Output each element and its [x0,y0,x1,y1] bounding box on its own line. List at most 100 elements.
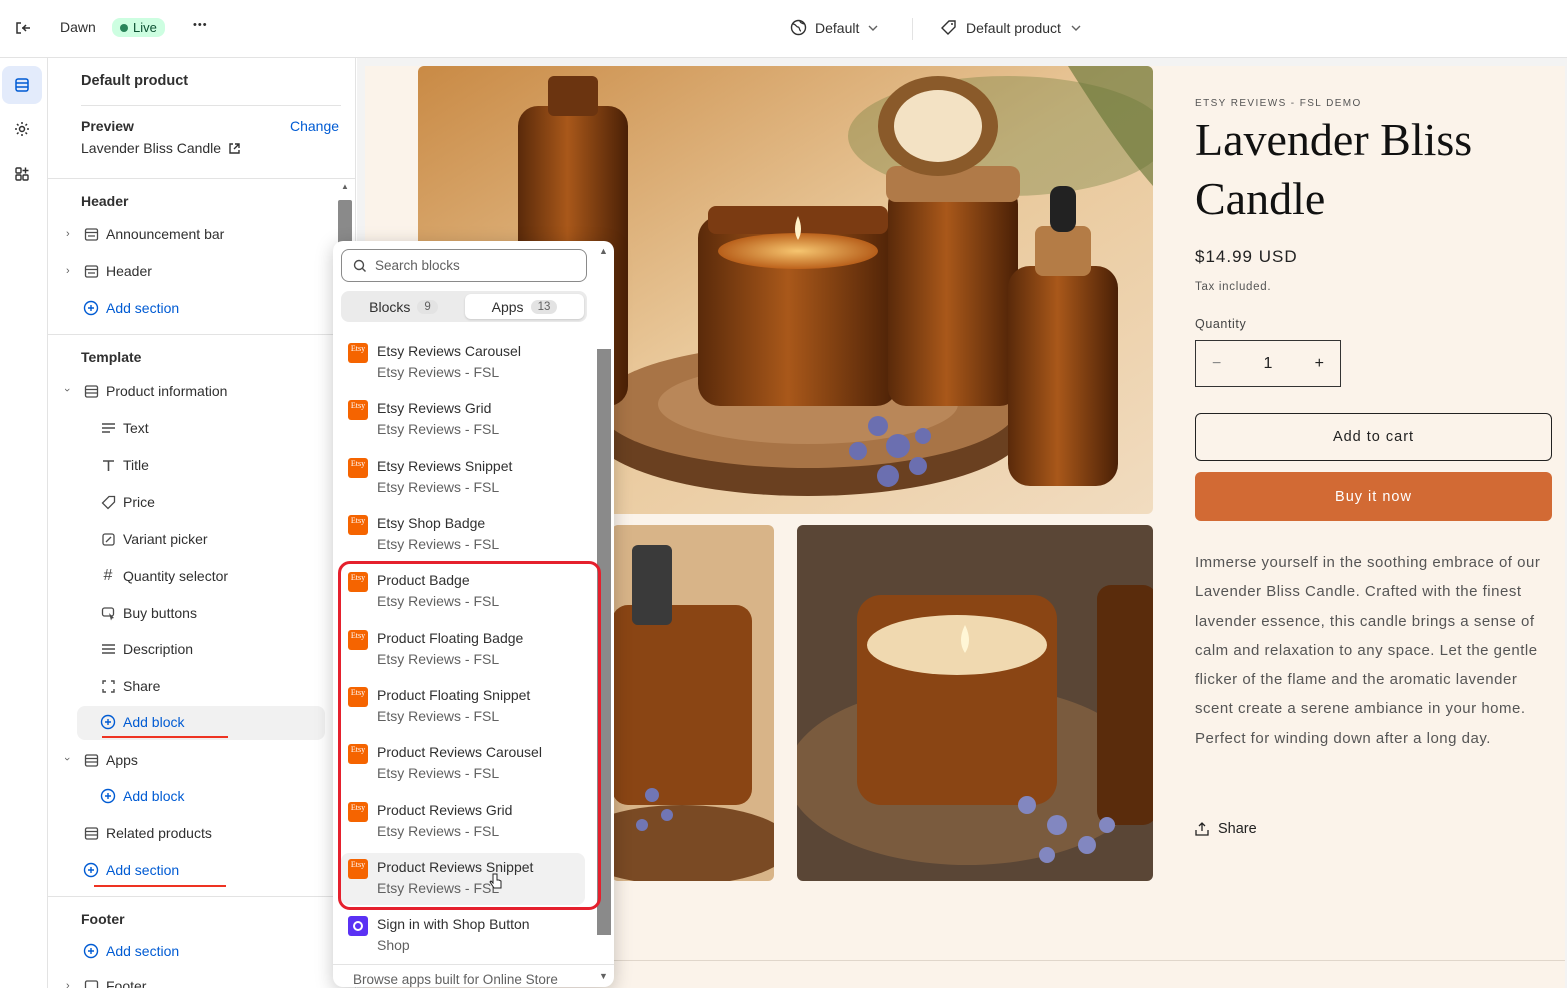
block-label: Price [123,494,155,510]
section-icon [83,752,99,768]
editor-rail [0,58,48,988]
change-preview-link[interactable]: Change [290,118,339,134]
block-description[interactable]: Description [100,641,193,657]
app-block-item[interactable]: Etsy Etsy Reviews Carousel Etsy Reviews … [341,340,585,392]
share-button[interactable]: Share [1195,821,1257,837]
buy-now-button[interactable]: Buy it now [1195,472,1552,521]
scroll-down-arrow-icon[interactable]: ▼ [599,971,608,981]
sidebar-item-footer[interactable]: Footer [83,978,146,988]
block-label: Text [123,420,149,436]
preview-product[interactable]: Lavender Bliss Candle [81,140,241,156]
sidebar-item-label: Announcement bar [106,226,225,242]
tab-blocks[interactable]: Blocks 9 [344,294,463,319]
sidebar-item-announcement-bar[interactable]: Announcement bar [83,226,224,242]
live-label: Live [133,20,157,35]
sections-sidebar: Default product Preview Change Lavender … [48,58,356,988]
app-block-name: Etsy Reviews Carousel [377,343,521,359]
text-lines-icon [100,420,116,436]
product-image-thumb-2[interactable] [797,525,1153,881]
share-frame-icon [100,678,116,694]
section-icon [83,825,99,841]
sidebar-item-apps[interactable]: Apps [83,752,138,768]
share-icon [1195,822,1209,836]
app-block-name: Etsy Shop Badge [377,515,486,531]
market-label: Default [815,19,860,36]
live-badge: Live [112,18,165,37]
globe-icon [790,19,807,36]
add-section-template-button[interactable]: Add section [83,862,179,878]
sidebar-item-related-products[interactable]: Related products [83,825,212,841]
block-variant-picker[interactable]: Variant picker [100,531,208,547]
app-block-item[interactable]: Etsy Etsy Reviews Grid Etsy Reviews - FS… [341,397,585,449]
chevron-right-icon[interactable]: › [66,980,70,988]
section-icon [83,978,99,988]
section-icon [83,226,99,242]
search-icon [353,259,366,272]
etsy-app-icon: Etsy [348,400,368,420]
count-badge: 13 [530,299,558,314]
sections-tab[interactable] [2,66,42,104]
chevron-right-icon[interactable]: › [66,265,70,277]
add-to-cart-button[interactable]: Add to cart [1195,413,1552,461]
count-badge: 9 [417,299,438,314]
quantity-value[interactable]: 1 [1264,355,1273,373]
app-block-item[interactable]: Sign in with Shop Button Shop [341,913,585,965]
block-price[interactable]: Price [100,494,155,510]
plus-circle-icon [100,788,116,804]
quantity-decrease-button[interactable]: − [1212,355,1221,373]
exit-icon[interactable] [14,19,32,37]
more-actions-button[interactable]: ••• [193,19,208,31]
app-block-source: Etsy Reviews - FSL [377,421,500,437]
block-label: Quantity selector [123,568,229,584]
block-share[interactable]: Share [100,678,160,694]
sidebar-item-label: Apps [106,752,138,768]
plus-circle-icon [83,862,99,878]
etsy-app-icon: Etsy [348,515,368,535]
block-title[interactable]: Title [100,457,149,473]
template-selector[interactable]: Default product [940,19,1082,36]
section-icon [83,263,99,279]
app-block-source: Etsy Reviews - FSL [377,536,500,552]
divider [48,334,355,335]
chevron-down-icon[interactable]: › [61,757,73,761]
template-group-label: Template [81,349,142,365]
theme-settings-tab[interactable] [2,110,42,148]
add-section-footer-button[interactable]: Add section [83,943,179,959]
block-buy-buttons[interactable]: Buy buttons [100,605,197,621]
divider [333,964,614,965]
block-type-tabs: Blocks 9 Apps 13 [341,291,587,322]
product-price: $14.99 USD [1195,247,1298,266]
gear-icon [15,122,29,136]
chevron-down-icon [868,25,878,31]
preview-label: Preview [81,118,134,134]
search-blocks-input[interactable]: Search blocks [341,249,587,282]
scroll-up-arrow-icon[interactable]: ▲ [599,246,608,256]
sidebar-item-product-information[interactable]: Product information [83,383,227,399]
block-text[interactable]: Text [100,420,149,436]
app-block-source: Etsy Reviews - FSL [377,479,500,495]
chevron-down-icon[interactable]: › [61,388,73,392]
divider [48,896,355,897]
app-block-item[interactable]: Etsy Etsy Shop Badge Etsy Reviews - FSL [341,512,585,564]
tab-label: Blocks [369,298,411,315]
scroll-up-arrow-icon[interactable]: ▲ [341,182,349,191]
app-embeds-tab[interactable] [2,155,42,193]
browse-apps-link[interactable]: Browse apps built for Online Store [353,972,558,987]
tag-icon [941,20,956,35]
editor-topbar: Dawn Live ••• Default Default product [0,0,1567,58]
quantity-increase-button[interactable]: + [1315,355,1324,373]
add-section-header-button[interactable]: Add section [83,300,179,316]
sidebar-item-header[interactable]: Header [83,263,152,279]
chevron-right-icon[interactable]: › [66,228,70,240]
add-block-button[interactable]: Add block [100,714,184,730]
sidebar-title: Default product [81,73,189,89]
market-selector[interactable]: Default [790,19,879,36]
product-title: Lavender Bliss Candle [1195,114,1473,224]
add-app-block-button[interactable]: Add block [100,788,184,804]
title-t-icon [100,457,116,473]
tab-apps[interactable]: Apps 13 [465,294,584,319]
app-block-item[interactable]: Etsy Etsy Reviews Snippet Etsy Reviews -… [341,455,585,507]
footer-group-label: Footer [81,911,125,927]
block-quantity-selector[interactable]: # Quantity selector [100,567,229,584]
product-image-thumb-1[interactable] [612,525,774,881]
